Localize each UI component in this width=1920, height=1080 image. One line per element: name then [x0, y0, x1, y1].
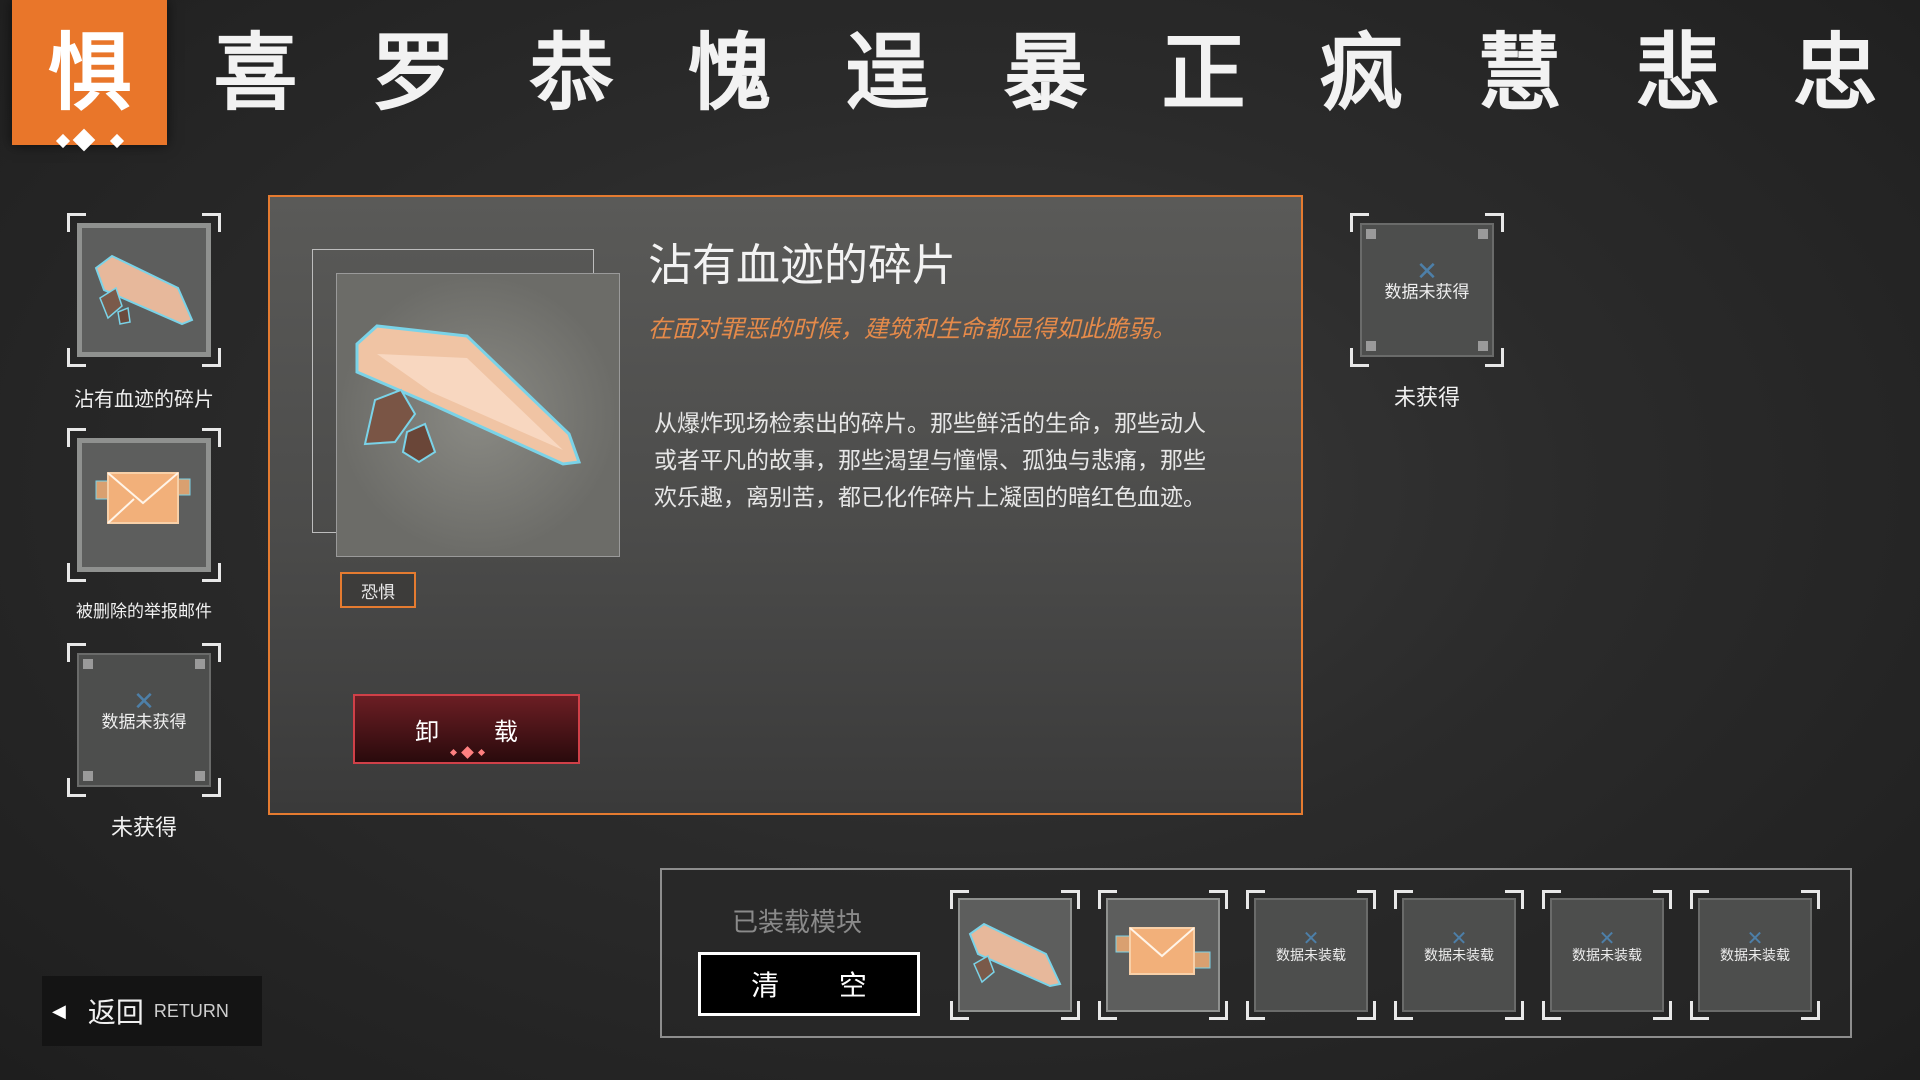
empty-slot-text: 数据未装载: [1720, 947, 1790, 963]
slot-marker: [1478, 229, 1488, 239]
slot-caption: 未获得: [1393, 385, 1460, 410]
slot-frame: ✕ 数据未装载: [1402, 898, 1516, 1012]
tab-label: 慧: [1477, 23, 1562, 122]
empty-slot-text: 数据未获得: [101, 712, 187, 732]
detail-panel: 恐惧 卸 载 沾有血迹的碎片 在面对罪恶的时候，建筑和生命都显得如此脆弱。 从爆…: [268, 195, 1303, 815]
item-title: 沾有血迹的碎片: [648, 241, 956, 290]
tab-9[interactable]: 慧: [1442, 0, 1597, 145]
unload-button[interactable]: 卸 载: [353, 694, 580, 764]
equipped-modules-bar: 已装载模块 清 空 ✕ 数据未装载 ✕ 数据未装载 ✕ 数据未装载 ✕ 数据未装…: [660, 868, 1852, 1038]
item-quote: 在面对罪恶的时候，建筑和生命都显得如此脆弱。: [648, 316, 1176, 343]
slot-marker: [195, 771, 205, 781]
tab-11[interactable]: 忠: [1758, 0, 1913, 145]
tab-2[interactable]: 罗: [336, 0, 491, 145]
slot-frame: ✕ 数据未装载: [1254, 898, 1368, 1012]
slot-frame: ✕ 数据未获得: [1360, 223, 1494, 357]
shard-icon: [968, 922, 1062, 988]
slot-caption: 被删除的举报邮件: [76, 602, 212, 621]
tab-label: 逞: [845, 23, 930, 122]
empty-slot-text: 数据未获得: [1384, 282, 1470, 302]
unload-label: 卸 载: [415, 718, 542, 746]
equipped-title: 已装载模块: [732, 907, 863, 937]
envelope-icon: [95, 472, 191, 524]
equipped-slot-empty[interactable]: ✕ 数据未装载: [1394, 890, 1524, 1020]
description-line: 或者平凡的故事，那些渴望与憧憬、孤独与悲痛，那些: [654, 447, 1206, 473]
equipped-slot-empty[interactable]: ✕ 数据未装载: [1690, 890, 1820, 1020]
tab-label: 悲: [1635, 23, 1720, 122]
slot-frame: [958, 898, 1072, 1012]
slot-marker: [1478, 341, 1488, 351]
tab-4[interactable]: 愧: [652, 0, 807, 145]
tab-fear[interactable]: 惧: [12, 0, 167, 152]
tab-10[interactable]: 悲: [1600, 0, 1755, 145]
slot-caption: 沾有血迹的碎片: [74, 389, 214, 411]
tab-label: 喜: [213, 23, 298, 122]
slot-caption: 未获得: [110, 815, 177, 840]
button-indicator-icon: [477, 748, 486, 757]
equipped-slot-empty[interactable]: ✕ 数据未装载: [1542, 890, 1672, 1020]
button-indicator-icon: [449, 748, 458, 757]
slot-frame: ✕ 数据未装载: [1550, 898, 1664, 1012]
tab-6[interactable]: 暴: [968, 0, 1123, 145]
tab-3[interactable]: 恭: [494, 0, 649, 145]
return-button[interactable]: ◀ 返回 RETURN: [42, 976, 262, 1046]
slot-frame: [1106, 898, 1220, 1012]
tab-label: 恭: [529, 23, 614, 122]
slot-marker: [83, 771, 93, 781]
module-slot-shard[interactable]: [67, 213, 221, 367]
tab-label: 正: [1161, 23, 1246, 122]
description-line: 欢乐趣，离别苦，都已化作碎片上凝固的暗红色血迹。: [654, 484, 1206, 510]
equipped-slot-empty[interactable]: ✕ 数据未装载: [1246, 890, 1376, 1020]
tab-active-indicator-icon: [109, 133, 125, 149]
return-label-en: RETURN: [153, 1000, 229, 1021]
slot-frame: [77, 223, 211, 357]
tab-label: 惧: [47, 23, 132, 122]
tab-active-indicator-icon: [72, 128, 96, 152]
tab-5[interactable]: 逞: [810, 0, 965, 145]
slot-marker: [1366, 341, 1376, 351]
tab-8[interactable]: 疯: [1284, 0, 1439, 145]
envelope-icon: [1115, 927, 1211, 975]
shard-icon: [94, 254, 194, 326]
slot-frame: [77, 438, 211, 572]
slot-marker: [83, 659, 93, 669]
empty-slot-text: 数据未装载: [1572, 947, 1642, 963]
module-slot-empty[interactable]: ✕ 数据未获得: [1350, 213, 1504, 367]
tab-label: 暴: [1003, 23, 1088, 122]
item-description: 从爆炸现场检索出的碎片。那些鲜活的生命，那些动人 或者平凡的故事，那些渴望与憧憬…: [654, 405, 1206, 516]
tab-label: 愧: [687, 23, 772, 122]
tab-label: 疯: [1319, 23, 1404, 122]
tab-label: 忠: [1793, 23, 1878, 122]
emotion-tag: 恐惧: [340, 572, 416, 608]
shard-icon: [355, 324, 582, 466]
module-slot-envelope[interactable]: [67, 428, 221, 582]
clear-label: 清 空: [751, 970, 893, 1001]
slot-marker: [195, 659, 205, 669]
empty-slot-text: 数据未装载: [1424, 947, 1494, 963]
tab-joy[interactable]: 喜: [178, 0, 333, 145]
slot-frame: ✕ 数据未装载: [1698, 898, 1812, 1012]
return-label-cn: 返回: [87, 997, 144, 1028]
equipped-slot[interactable]: [950, 890, 1080, 1020]
back-arrow-icon: ◀: [52, 1000, 66, 1021]
tab-active-indicator-icon: [55, 133, 71, 149]
tab-label: 罗: [371, 23, 456, 122]
description-line: 从爆炸现场检索出的碎片。那些鲜活的生命，那些动人: [654, 410, 1206, 436]
equipped-slot[interactable]: [1098, 890, 1228, 1020]
tab-7[interactable]: 正: [1126, 0, 1281, 145]
empty-slot-text: 数据未装载: [1276, 947, 1346, 963]
button-indicator-icon: [461, 746, 474, 759]
module-slot-empty[interactable]: ✕ 数据未获得: [67, 643, 221, 797]
slot-frame: ✕ 数据未获得: [77, 653, 211, 787]
slot-marker: [1366, 229, 1376, 239]
image-frame: [336, 273, 620, 557]
clear-button[interactable]: 清 空: [698, 952, 920, 1016]
